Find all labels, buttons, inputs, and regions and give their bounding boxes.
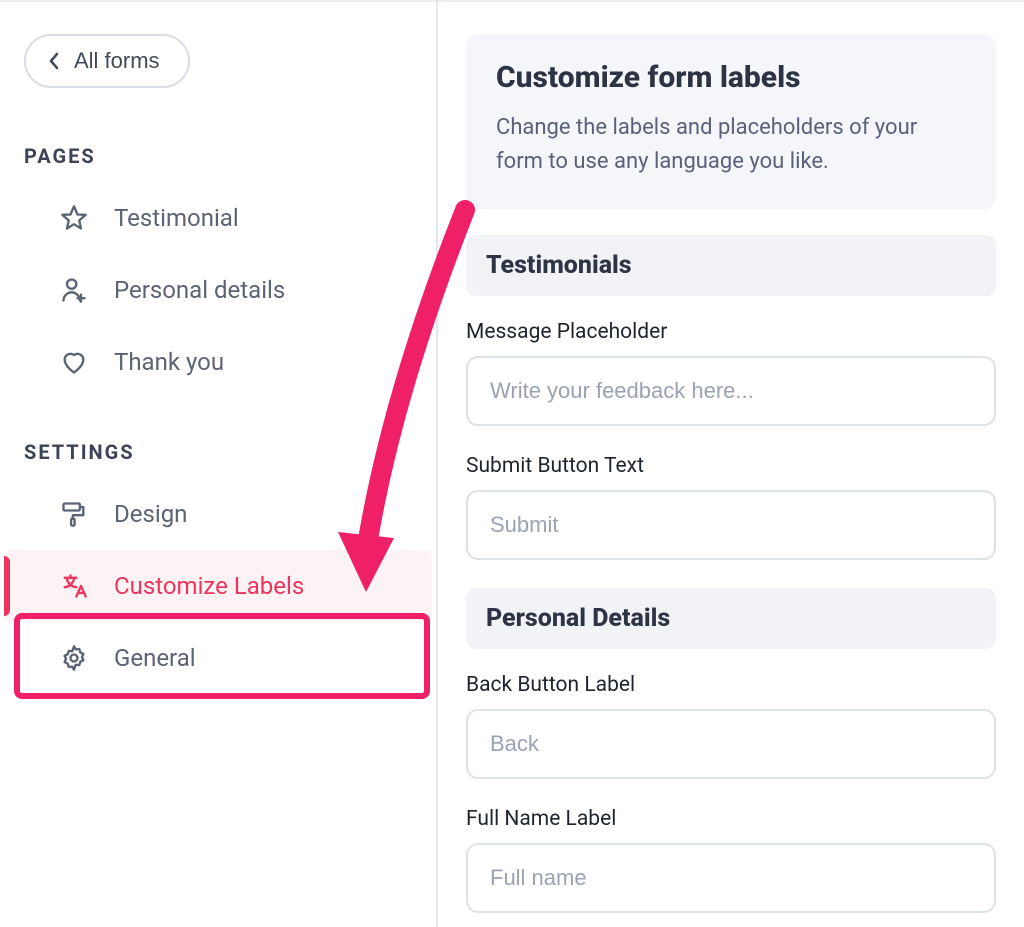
sidebar-item-personal-details[interactable]: Personal details	[4, 254, 432, 326]
panel-title: Customize form labels	[496, 60, 966, 95]
sidebar-item-design[interactable]: Design	[4, 478, 432, 550]
panel-subtitle: Change the labels and placeholders of yo…	[496, 111, 966, 179]
all-forms-button[interactable]: All forms	[24, 34, 190, 88]
sidebar-item-label: Thank you	[114, 348, 224, 376]
sidebar-item-testimonial[interactable]: Testimonial	[4, 182, 432, 254]
sidebar-item-thank-you[interactable]: Thank you	[4, 326, 432, 398]
field-label-message-placeholder: Message Placeholder	[466, 320, 996, 344]
field-label-full-name: Full Name Label	[466, 807, 996, 831]
sidebar-item-label: Customize Labels	[114, 572, 304, 600]
full-name-label-input[interactable]	[466, 843, 996, 913]
field-label-back-button: Back Button Label	[466, 673, 996, 697]
sidebar-item-customize-labels[interactable]: Customize Labels	[4, 550, 432, 622]
paint-roller-icon	[58, 500, 90, 528]
sidebar-item-general[interactable]: General	[4, 622, 432, 694]
heart-icon	[58, 348, 90, 376]
sidebar-heading-settings: SETTINGS	[24, 440, 436, 464]
back-button-label-input[interactable]	[466, 709, 996, 779]
field-label-submit-button: Submit Button Text	[466, 454, 996, 478]
sidebar-item-label: Design	[114, 500, 187, 528]
message-placeholder-input[interactable]	[466, 356, 996, 426]
sidebar: All forms PAGES Testimonial	[0, 0, 438, 927]
sidebar-item-label: General	[114, 644, 196, 672]
sidebar-item-label: Personal details	[114, 276, 285, 304]
chevron-left-icon	[48, 52, 60, 70]
all-forms-label: All forms	[74, 48, 160, 74]
submit-button-text-input[interactable]	[466, 490, 996, 560]
section-title-testimonials: Testimonials	[466, 235, 996, 296]
translate-icon	[58, 572, 90, 600]
sidebar-heading-pages: PAGES	[24, 144, 436, 168]
sidebar-item-label: Testimonial	[114, 204, 239, 232]
person-add-icon	[58, 276, 90, 304]
panel-header: Customize form labels Change the labels …	[466, 34, 996, 209]
star-icon	[58, 204, 90, 232]
section-title-personal-details: Personal Details	[466, 588, 996, 649]
main-panel: Customize form labels Change the labels …	[438, 0, 1024, 927]
gear-icon	[58, 644, 90, 672]
